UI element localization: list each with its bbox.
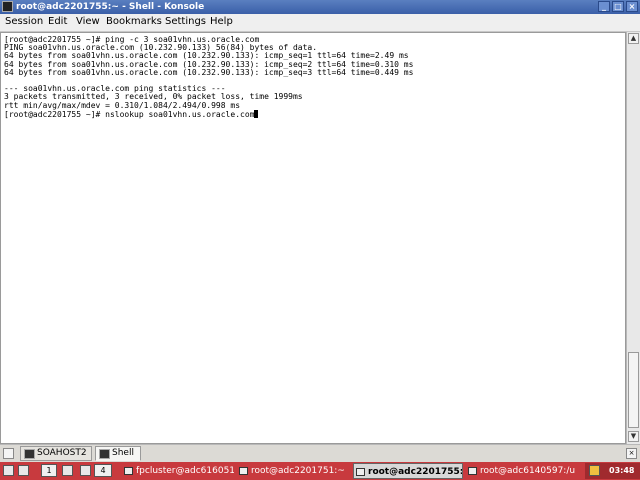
text-cursor xyxy=(254,109,259,118)
window-icon xyxy=(124,467,133,475)
vertical-scrollbar[interactable]: ▲ ▼ xyxy=(626,32,640,444)
pager-desktop-4[interactable]: 4 xyxy=(94,464,112,477)
file-manager-icon[interactable] xyxy=(18,465,29,476)
close-tab-icon[interactable]: × xyxy=(626,448,637,459)
tab-label: SOAHOST2 xyxy=(37,448,87,458)
menu-session[interactable]: Session xyxy=(5,16,43,27)
show-desktop-icon[interactable] xyxy=(62,465,73,476)
taskbar-item-fpcluster[interactable]: fpcluster@adc6160511 xyxy=(122,463,234,479)
taskbar: 1 4 fpcluster@adc6160511 root@adc2201751… xyxy=(0,462,640,480)
tab-soahost2[interactable]: SOAHOST2 xyxy=(20,446,92,461)
terminal-line: 64 bytes from soa01vhn.us.oracle.com (10… xyxy=(4,67,414,77)
taskbar-item-label: root@adc2201751:~ xyxy=(251,466,345,476)
menu-view[interactable]: View xyxy=(76,16,100,27)
terminal-prompt-line: [root@adc2201755 ~]# nslookup soa01vhn.u… xyxy=(4,109,255,119)
tray-clipboard-icon[interactable] xyxy=(589,465,600,476)
taskbar-item-label: fpcluster@adc6160511 xyxy=(136,466,234,476)
terminal-area[interactable]: [root@adc2201755 ~]# ping -c 3 soa01vhn.… xyxy=(0,32,626,444)
clock[interactable]: 03:48 xyxy=(609,464,634,478)
menu-bar: Session Edit View Bookmarks Settings Hel… xyxy=(0,14,640,32)
scroll-up-arrow-icon[interactable]: ▲ xyxy=(628,33,639,44)
konsole-icon[interactable] xyxy=(2,1,13,12)
terminal-line: rtt min/avg/max/mdev = 0.310/1.084/2.494… xyxy=(4,100,241,110)
tab-shell[interactable]: Shell xyxy=(95,446,141,461)
taskbar-item-adc2201755[interactable]: root@adc2201755: xyxy=(353,463,463,479)
menu-edit[interactable]: Edit xyxy=(48,16,67,27)
home-folder-icon[interactable] xyxy=(3,465,14,476)
tab-label: Shell xyxy=(112,448,134,458)
window-icon xyxy=(468,467,477,475)
terminal-icon xyxy=(24,449,35,459)
taskbar-item-label: root@adc6140597:/u xyxy=(480,466,576,476)
terminal-launcher-icon[interactable] xyxy=(80,465,91,476)
tab-bar: SOAHOST2 Shell × xyxy=(0,444,640,463)
scroll-down-arrow-icon[interactable]: ▼ xyxy=(628,431,639,442)
terminal-icon xyxy=(99,449,110,459)
taskbar-item-adc6140597[interactable]: root@adc6140597:/u xyxy=(466,463,579,479)
window-titlebar[interactable]: root@adc2201755:~ - Shell - Konsole _ □ … xyxy=(0,0,640,14)
new-tab-icon[interactable] xyxy=(3,448,14,459)
menu-help[interactable]: Help xyxy=(210,16,233,27)
menu-bookmarks[interactable]: Bookmarks xyxy=(106,16,162,27)
taskbar-item-adc2201751[interactable]: root@adc2201751:~ xyxy=(237,463,350,479)
close-icon[interactable]: × xyxy=(626,1,638,12)
taskbar-item-label: root@adc2201755: xyxy=(368,467,463,477)
minimize-icon[interactable]: _ xyxy=(598,1,610,12)
menu-settings[interactable]: Settings xyxy=(165,16,206,27)
scrollbar-thumb[interactable] xyxy=(628,352,639,428)
window-title: root@adc2201755:~ - Shell - Konsole xyxy=(16,2,205,12)
window-icon xyxy=(239,467,248,475)
window-icon xyxy=(356,468,365,476)
pager-desktop-1[interactable]: 1 xyxy=(41,464,57,477)
maximize-icon[interactable]: □ xyxy=(612,1,624,12)
